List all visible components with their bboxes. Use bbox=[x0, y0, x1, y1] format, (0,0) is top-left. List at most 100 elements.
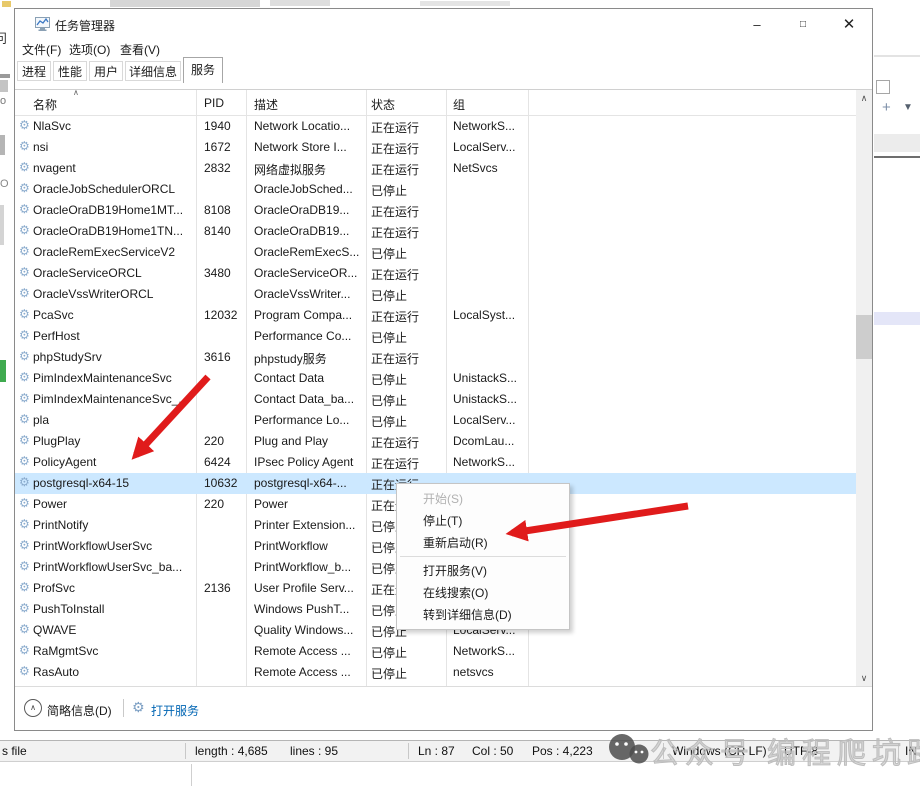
service-row-NlaSvc[interactable]: ⚙ NlaSvc 1940 Network Locatio... 正在运行 Network… bbox=[15, 116, 856, 137]
cell-desc: OracleOraDB19... bbox=[254, 224, 350, 238]
scrollbar-thumb[interactable] bbox=[856, 315, 872, 359]
context-menu-separator bbox=[400, 556, 566, 557]
background-top-fragment bbox=[420, 1, 510, 6]
service-row-PimIndexMaintenanceSvc[interactable]: ⚙ PimIndexMaintenanceSvc Contact Data 已停止 Un… bbox=[15, 368, 856, 389]
context-menu-item-在线搜索[interactable]: 在线搜索(O) bbox=[397, 582, 569, 604]
context-menu-item-重新启动[interactable]: 重新启动(R) bbox=[397, 532, 569, 554]
service-gear-icon: ⚙ bbox=[19, 391, 30, 405]
context-menu-item-停止[interactable]: 停止(T) bbox=[397, 510, 569, 532]
cell-name: nsi bbox=[33, 140, 49, 154]
statusbar-col: Col : 50 bbox=[472, 744, 514, 758]
context-menu-item-转到详细信息[interactable]: 转到详细信息(D) bbox=[397, 604, 569, 626]
maximize-button[interactable]: □ bbox=[780, 9, 826, 39]
scroll-up-icon[interactable]: ∧ bbox=[856, 90, 872, 107]
service-row-OracleJobSchedulerORCL[interactable]: ⚙ OracleJobSchedulerORCL OracleJobSched...… bbox=[15, 179, 856, 200]
background-left-text: o bbox=[0, 95, 7, 107]
cell-name: OracleRemExecServiceV2 bbox=[33, 245, 176, 259]
tab-users[interactable]: 用户 bbox=[89, 61, 123, 81]
cell-desc: 网络虚拟服务 bbox=[254, 163, 327, 177]
cell-desc: Network Store I... bbox=[254, 140, 347, 154]
service-row-PlugPlay[interactable]: ⚙ PlugPlay 220 Plug and Play 正在运行 DcomLau... bbox=[15, 431, 856, 452]
background-top-fragment bbox=[270, 0, 330, 6]
cell-name: OracleOraDB19Home1TN... bbox=[33, 224, 184, 238]
service-row-OracleOraDB19Home1MT...[interactable]: ⚙ OracleOraDB19Home1MT... 8108 OracleOraDB1… bbox=[15, 200, 856, 221]
service-gear-icon: ⚙ bbox=[19, 244, 30, 258]
tab-performance[interactable]: 性能 bbox=[53, 61, 87, 81]
cell-name: PolicyAgent bbox=[33, 455, 97, 469]
collapse-chevron-icon[interactable]: ∧ bbox=[24, 699, 42, 717]
service-gear-icon: ⚙ bbox=[19, 328, 30, 342]
service-row-RaMgmtSvc[interactable]: ⚙ RaMgmtSvc Remote Access ... 已停止 NetworkS..… bbox=[15, 641, 856, 662]
header-desc[interactable]: 描述 bbox=[254, 96, 278, 113]
service-row-PimIndexMaintenanceSvc_...[interactable]: ⚙ PimIndexMaintenanceSvc_... Contact Data_… bbox=[15, 389, 856, 410]
service-row-OracleRemExecServiceV2[interactable]: ⚙ OracleRemExecServiceV2 OracleRemExecS...… bbox=[15, 242, 856, 263]
statusbar-encoding: UTF-8 bbox=[784, 744, 818, 758]
service-row-pla[interactable]: ⚙ pla Performance Lo... 已停止 LocalServ... bbox=[15, 410, 856, 431]
background-checkbox[interactable] bbox=[876, 80, 890, 94]
open-services-link[interactable]: 打开服务 bbox=[151, 702, 199, 719]
statusbar-pos: Pos : 4,223 bbox=[532, 744, 593, 758]
service-gear-icon: ⚙ bbox=[19, 559, 30, 573]
minimize-button[interactable]: – bbox=[734, 9, 780, 39]
background-dropdown-icon[interactable]: ▼ bbox=[903, 102, 913, 113]
cell-pid: 3616 bbox=[204, 350, 231, 364]
tab-services[interactable]: 服务 bbox=[183, 57, 223, 83]
cell-pid: 6424 bbox=[204, 455, 231, 469]
service-row-phpStudySrv[interactable]: ⚙ phpStudySrv 3616 phpstudy服务 正在运行 bbox=[15, 347, 856, 368]
service-gear-icon: ⚙ bbox=[19, 118, 30, 132]
background-left-text: 问 bbox=[0, 31, 8, 46]
cell-name: OracleOraDB19Home1MT... bbox=[33, 203, 184, 217]
header-pid[interactable]: PID bbox=[204, 96, 224, 110]
list-header: ∧ 名称 PID 描述 状态 组 bbox=[15, 90, 856, 116]
footer-bar: ∧ 简略信息(D) ⚙ 打开服务 bbox=[15, 686, 872, 730]
cell-status: 已停止 bbox=[371, 184, 408, 198]
cell-group: NetworkS... bbox=[453, 119, 516, 133]
close-button[interactable]: ✕ bbox=[826, 9, 872, 39]
cell-name: PimIndexMaintenanceSvc bbox=[33, 371, 172, 385]
cell-desc: Power bbox=[254, 497, 289, 511]
cell-desc: OracleOraDB19... bbox=[254, 203, 350, 217]
cell-status: 正在运行 bbox=[371, 226, 420, 240]
menu-file[interactable]: 文件(F) bbox=[22, 41, 61, 58]
background-plus-icon[interactable]: + bbox=[882, 99, 891, 116]
scroll-down-icon[interactable]: ∨ bbox=[856, 670, 872, 687]
service-row-OracleVssWriterORCL[interactable]: ⚙ OracleVssWriterORCL OracleVssWriter... 已停… bbox=[15, 284, 856, 305]
service-row-nsi[interactable]: ⚙ nsi 1672 Network Store I... 正在运行 LocalServ.… bbox=[15, 137, 856, 158]
tab-processes[interactable]: 进程 bbox=[17, 61, 51, 81]
service-row-PolicyAgent[interactable]: ⚙ PolicyAgent 6424 IPsec Policy Agent 正在运行 Ne… bbox=[15, 452, 856, 473]
header-name[interactable]: 名称 bbox=[33, 96, 57, 113]
tab-details[interactable]: 详细信息 bbox=[125, 61, 181, 81]
service-row-OracleOraDB19Home1TN...[interactable]: ⚙ OracleOraDB19Home1TN... 8140 OracleOraDB1… bbox=[15, 221, 856, 242]
cell-group: NetworkS... bbox=[453, 455, 516, 469]
menu-options[interactable]: 选项(O) bbox=[69, 41, 110, 58]
menu-view[interactable]: 查看(V) bbox=[120, 41, 160, 58]
cell-status: 已停止 bbox=[371, 373, 408, 387]
services-gear-icon: ⚙ bbox=[132, 699, 145, 715]
title-bar[interactable]: 任务管理器 – □ ✕ bbox=[15, 9, 872, 39]
header-group[interactable]: 组 bbox=[453, 96, 465, 113]
service-gear-icon: ⚙ bbox=[19, 286, 30, 300]
service-gear-icon: ⚙ bbox=[19, 181, 30, 195]
context-menu-item-打开服务[interactable]: 打开服务(V) bbox=[397, 560, 569, 582]
cell-group: NetworkS... bbox=[453, 644, 516, 658]
header-status[interactable]: 状态 bbox=[371, 96, 395, 113]
cell-desc: IPsec Policy Agent bbox=[254, 455, 354, 469]
service-gear-icon: ⚙ bbox=[19, 496, 30, 510]
statusbar-separator bbox=[777, 743, 778, 759]
cell-status: 正在运行 bbox=[371, 121, 420, 135]
summary-toggle[interactable]: 简略信息(D) bbox=[47, 702, 112, 719]
vertical-scrollbar[interactable]: ∧ ∨ bbox=[856, 90, 872, 687]
service-row-RasAuto[interactable]: ⚙ RasAuto Remote Access ... 已停止 netsvcs bbox=[15, 662, 856, 683]
context-menu: 开始(S) 停止(T) 重新启动(R) 打开服务(V) 在线搜索(O) 转到详细信息(D) bbox=[396, 483, 570, 630]
cell-pid: 220 bbox=[204, 434, 225, 448]
service-gear-icon: ⚙ bbox=[19, 643, 30, 657]
service-row-PcaSvc[interactable]: ⚙ PcaSvc 12032 Program Compa... 正在运行 LocalSys… bbox=[15, 305, 856, 326]
cell-pid: 3480 bbox=[204, 266, 231, 280]
service-row-OracleServiceORCL[interactable]: ⚙ OracleServiceORCL 3480 OracleServiceOR...… bbox=[15, 263, 856, 284]
cell-name: nvagent bbox=[33, 161, 76, 175]
service-row-PerfHost[interactable]: ⚙ PerfHost Performance Co... 已停止 bbox=[15, 326, 856, 347]
service-gear-icon: ⚙ bbox=[19, 223, 30, 237]
service-row-nvagent[interactable]: ⚙ nvagent 2832 网络虚拟服务 正在运行 NetSvcs bbox=[15, 158, 856, 179]
statusbar-insert-mode: IN bbox=[905, 744, 917, 758]
statusbar: s file length : 4,685 lines : 95 Ln : 87… bbox=[0, 740, 920, 762]
